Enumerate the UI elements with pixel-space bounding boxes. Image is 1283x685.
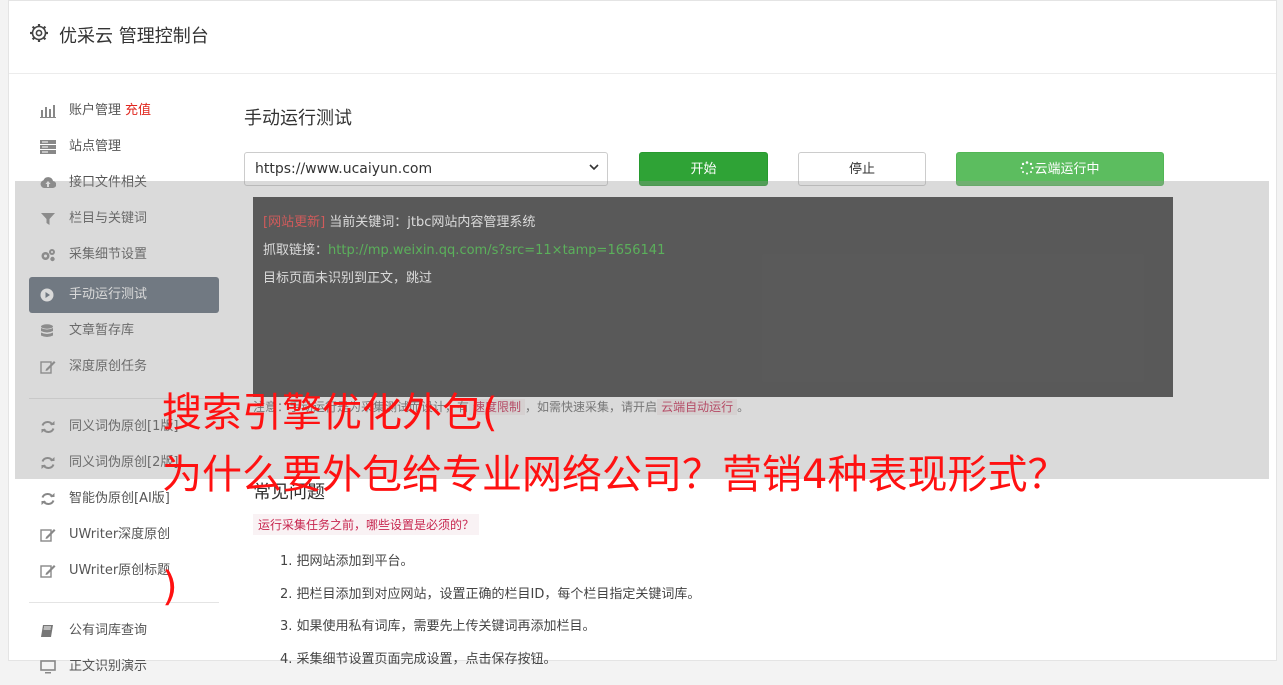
list-item: 1. 把网站添加到平台。 (280, 554, 414, 569)
page-title: 手动运行测试 (244, 108, 352, 129)
gear-icon (30, 24, 48, 42)
watermark-line-2: 为什么要外包给专业网络公司？营销4种表现形式？ (162, 452, 1068, 498)
cloud-run-label: 云端运行中 (1034, 162, 1100, 177)
sidebar-item-sites[interactable]: 站点管理 (29, 129, 219, 165)
sidebar-item-label: UWriter深度原创 (69, 527, 171, 542)
edit-icon (40, 529, 56, 542)
main-content: 手动运行测试 https://www.ucaiyun.com 开始 停止 云端运… (244, 100, 1174, 186)
sidebar-divider (29, 602, 219, 603)
monitor-icon (40, 660, 56, 674)
bar-chart-icon (40, 105, 56, 118)
faq-answer-list: 1. 把网站添加到平台。 2. 把栏目添加到对应网站，设置正确的栏目ID，每个栏… (280, 546, 700, 676)
recharge-link[interactable]: 充值 (125, 103, 151, 118)
book-icon (41, 625, 53, 637)
app-title: 优采云 管理控制台 (59, 26, 209, 47)
spinner-icon (1020, 161, 1035, 175)
server-icon (40, 140, 56, 154)
sidebar-item-uwriter-title[interactable]: UWriter原创标题 (29, 553, 219, 589)
list-item: 4. 采集细节设置页面完成设置，点击保存按钮。 (280, 651, 557, 667)
watermark-line-3: ) (162, 564, 178, 610)
edit-icon (40, 565, 56, 578)
header: 优采云 管理控制台 (9, 1, 1276, 74)
site-select-value: https://www.ucaiyun.com (255, 161, 433, 177)
sidebar-item-label: 智能伪原创[AI版] (69, 491, 170, 506)
sidebar-item-uwriter-deep[interactable]: UWriter深度原创 (29, 517, 219, 553)
list-item: 2. 把栏目添加到对应网站，设置正确的栏目ID，每个栏目指定关键词库。 (280, 586, 701, 602)
faq-question: 运行采集任务之前，哪些设置是必须的？ (253, 514, 480, 535)
chevron-down-icon (589, 164, 599, 171)
watermark-line-1: 搜索引擎优化外包( (162, 390, 498, 436)
refresh-icon (41, 493, 55, 505)
sidebar-item-label: UWriter原创标题 (69, 563, 171, 578)
sidebar-item-text-recognition[interactable]: 正文识别演示 (29, 649, 219, 685)
sidebar-item-label: 公有词库查询 (69, 623, 148, 638)
sidebar-item-account[interactable]: 账户管理 充值 (29, 93, 219, 129)
sidebar-item-public-lexicon[interactable]: 公有词库查询 (29, 613, 219, 649)
sidebar-item-label: 账户管理 (69, 103, 122, 118)
list-item: 3. 如果使用私有词库，需要先上传关键词再添加栏目。 (280, 619, 596, 634)
sidebar-item-label: 站点管理 (69, 139, 122, 154)
sidebar-item-label: 正文识别演示 (69, 659, 148, 674)
